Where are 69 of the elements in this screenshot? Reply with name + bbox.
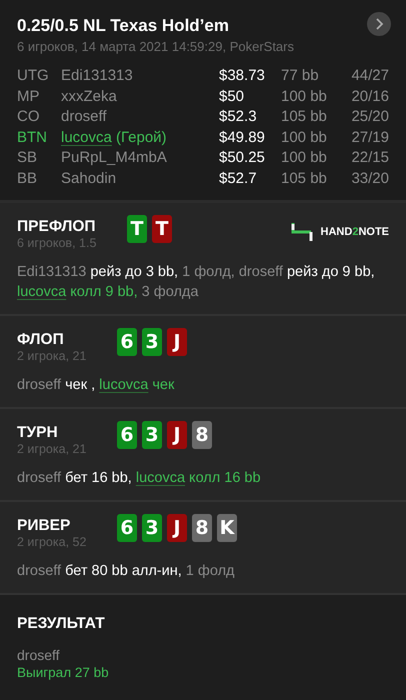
player-position: CO [17,107,40,126]
player-stack: $49.89 [219,128,266,147]
player-link[interactable]: lucovca [17,284,66,300]
card: 6 [117,328,137,356]
player-bb: 100 bb [281,86,328,106]
player-bb: 77 bb [281,66,320,86]
logo-text: HAND2NOTE [320,226,389,238]
card: K [217,514,237,542]
player-position: BB [17,168,38,188]
card: 8 [192,514,212,542]
card: T [127,215,147,243]
player-name: PuRpL_M4mbA [61,149,167,166]
action-line: droseff бет 16 bb, lucovca колл 16 bb [17,469,262,488]
street-name: ТУРН [17,424,59,442]
result-title: РЕЗУЛЬТАТ [17,615,106,633]
result-outcome: Выиграл 27 bb [17,665,110,680]
card: 3 [142,514,162,542]
card: J [167,514,187,542]
hand-title: 0.25/0.5 NL Texas Hold’em [17,16,230,36]
street-info: 2 игрока, 21 [17,442,88,456]
result-player: droseff [17,647,61,663]
player-position: SB [17,148,38,168]
player-stack: $50 [219,86,246,106]
player-link[interactable]: lucovca [61,128,112,146]
next-button[interactable] [367,12,391,36]
player-link[interactable]: lucovca [136,470,186,486]
card: 6 [117,514,137,542]
player-position: UTG [17,66,50,86]
card: J [167,328,187,356]
player-stats: 44/27 [351,67,389,84]
logo-icon [290,222,313,242]
player-bb: 105 bb [281,168,328,188]
player-name: Sahodin [61,170,116,186]
player-stats: 20/16 [351,88,389,104]
player-stats: 22/15 [351,149,389,166]
action-line: droseff чек , lucovca чек [17,376,176,395]
player-stack: $52.7 [219,168,258,188]
player-stack: $38.73 [219,66,266,86]
player-position: BTN [17,128,48,147]
card: 6 [117,421,137,449]
player-bb: 105 bb [281,107,328,126]
street-name: РИВЕР [17,517,72,535]
player-position: MP [17,86,40,106]
player-bb: 100 bb [281,128,328,147]
hand-subtitle: 6 игроков, 14 марта 2021 14:59:29, PokerStars [17,39,294,54]
player-stats: 33/20 [351,170,389,186]
player-stats: 27/19 [351,128,389,146]
card: 8 [192,421,212,449]
card: J [167,421,187,449]
action-line: Edi131313 рейз до 3 bb, 1 фолд, droseff рейз до 9 bb, lucovca колл 9 bb, 3 фолда [17,263,376,302]
player-stats: 25/20 [351,108,389,125]
player-stack: $50.25 [219,148,266,168]
player-bb: 100 bb [281,148,328,168]
chevron-right-icon [374,18,384,30]
street-name: ФЛОП [17,331,65,349]
player-name: xxxZeka [61,88,117,104]
player-link[interactable]: lucovca [99,377,148,393]
hero-label: (Герой) [116,128,167,146]
player-stack: $52.3 [219,107,258,126]
street-info: 6 игроков, 1.5 [17,236,98,250]
card: T [152,215,172,243]
action-line: droseff бет 80 bb алл-ин, 1 фолд [17,562,236,581]
player-name: droseff [61,108,107,125]
street-name: ПРЕФЛОП [17,218,97,236]
player-name: Edi131313 [61,67,133,84]
card: 3 [142,421,162,449]
street-info: 2 игрока, 21 [17,349,88,363]
street-info: 2 игрока, 52 [17,535,88,549]
card: 3 [142,328,162,356]
